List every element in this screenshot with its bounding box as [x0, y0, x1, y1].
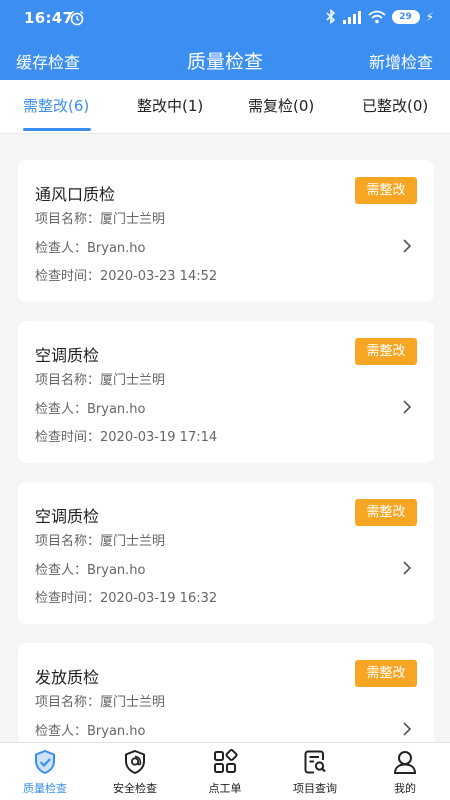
tab-need-rectify[interactable]: 需整改(6) [23, 95, 89, 116]
battery-indicator: 29 [391, 9, 420, 24]
header: 16:47 29 ⚡ 质量检查 缓存检查 新增检查 [0, 0, 450, 80]
chevron-right-icon [403, 400, 412, 414]
bottom-nav-label: 点工单 [208, 782, 242, 795]
list-item[interactable]: 发放质检 需整改 项目名称：厦门士兰明 检查人：Bryan.ho [18, 643, 434, 742]
doc-search-icon [304, 750, 326, 774]
status-badge: 需整改 [355, 177, 417, 204]
inspection-time: 检查时间：2020-03-19 16:32 [35, 591, 218, 606]
chevron-right-icon [403, 722, 412, 736]
list-item[interactable]: 通风口质检 需整改 项目名称：厦门士兰明 检查人：Bryan.ho 检查时间：2… [18, 160, 434, 302]
signal-icon [342, 10, 361, 24]
project-name: 项目名称：厦门士兰明 [35, 373, 166, 388]
tab-rectified[interactable]: 已整改(0) [362, 95, 428, 116]
bottom-nav-mine[interactable]: 我的 [360, 743, 450, 800]
tab-rectifying[interactable]: 整改中(1) [137, 95, 203, 116]
nav-bar: 质量检查 缓存检查 新增检查 [0, 38, 450, 80]
status-badge: 需整改 [355, 338, 417, 365]
inspector: 检查人：Bryan.ho [35, 402, 146, 417]
card-title: 空调质检 [35, 507, 100, 526]
project-name: 项目名称：厦门士兰明 [35, 534, 166, 549]
inspection-list: 通风口质检 需整改 项目名称：厦门士兰明 检查人：Bryan.ho 检查时间：2… [0, 134, 450, 742]
bluetooth-icon [326, 9, 335, 24]
project-name: 项目名称：厦门士兰明 [35, 212, 166, 227]
charging-icon: ⚡ [425, 9, 434, 24]
user-icon [393, 751, 417, 774]
list-item[interactable]: 空调质检 需整改 项目名称：厦门士兰明 检查人：Bryan.ho 检查时间：20… [18, 321, 434, 463]
tab-need-recheck[interactable]: 需复检(0) [248, 95, 314, 116]
chevron-right-icon [403, 561, 412, 575]
bottom-nav-label: 我的 [394, 782, 416, 795]
cache-check-button[interactable]: 缓存检查 [16, 49, 80, 73]
bottom-nav-work-order[interactable]: 点工单 [180, 743, 270, 800]
chevron-right-icon [403, 239, 412, 253]
inspector: 检查人：Bryan.ho [35, 724, 146, 739]
inspector: 检查人：Bryan.ho [35, 241, 146, 256]
card-title: 空调质检 [35, 346, 100, 365]
card-title: 通风口质检 [35, 185, 116, 204]
status-bar: 16:47 29 ⚡ [0, 0, 450, 38]
bottom-nav-label: 质量检查 [23, 782, 67, 795]
alarm-icon [70, 10, 84, 26]
inspection-time: 检查时间：2020-03-19 17:14 [35, 430, 218, 445]
project-name: 项目名称：厦门士兰明 [35, 695, 166, 710]
grid-icon [214, 749, 238, 773]
card-title: 发放质检 [35, 668, 100, 687]
bottom-nav: 质量检查 安全检查 点工单 项目查询 我的 [0, 742, 450, 800]
list-item[interactable]: 空调质检 需整改 项目名称：厦门士兰明 检查人：Bryan.ho 检查时间：20… [18, 482, 434, 624]
active-tab-indicator [23, 128, 91, 131]
add-check-button[interactable]: 新增检查 [369, 49, 433, 73]
status-badge: 需整改 [355, 660, 417, 687]
status-time: 16:47 [24, 9, 74, 27]
bottom-nav-label: 项目查询 [293, 782, 337, 795]
bottom-nav-project-query[interactable]: 项目查询 [270, 743, 360, 800]
status-badge: 需整改 [355, 499, 417, 526]
status-icons: 29 ⚡ [326, 9, 434, 24]
bottom-nav-safety-check[interactable]: 安全检查 [90, 743, 180, 800]
shield-check-icon [35, 749, 55, 775]
wifi-icon [367, 10, 386, 23]
bottom-nav-label: 安全检查 [113, 782, 157, 795]
tab-bar: 需整改(6) 整改中(1) 需复检(0) 已整改(0) [0, 80, 450, 134]
at-shield-icon [125, 749, 145, 775]
inspector: 检查人：Bryan.ho [35, 563, 146, 578]
bottom-nav-quality-check[interactable]: 质量检查 [0, 743, 90, 800]
inspection-time: 检查时间：2020-03-23 14:52 [35, 269, 218, 284]
